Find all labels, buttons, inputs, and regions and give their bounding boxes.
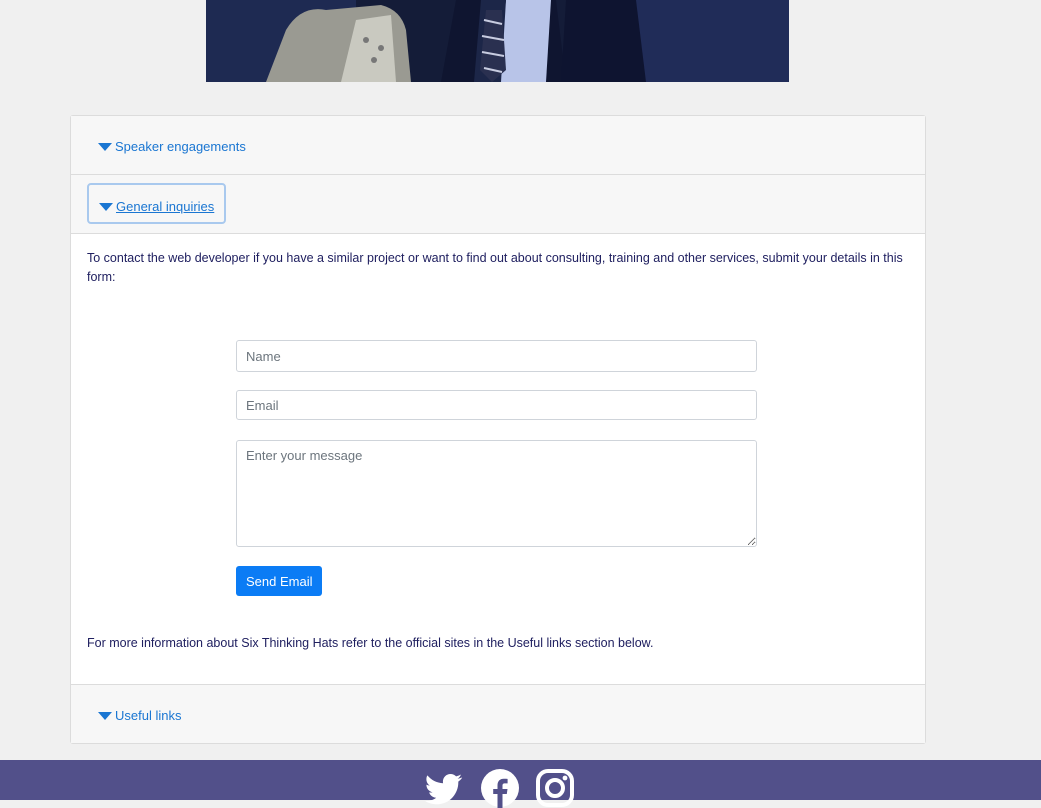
more-info-text: For more information about Six Thinking … (87, 636, 654, 650)
site-footer (0, 760, 1041, 808)
hero-image (206, 0, 789, 82)
caret-down-icon (99, 203, 113, 211)
instagram-icon[interactable] (535, 768, 575, 808)
name-input[interactable] (236, 340, 757, 372)
speaker-engagements-label: Speaker engagements (115, 139, 246, 154)
useful-links-toggle[interactable]: Useful links (98, 708, 181, 723)
speaker-photo (206, 0, 789, 82)
caret-down-icon (98, 143, 112, 151)
twitter-icon[interactable] (424, 768, 464, 808)
info-accordion: Speaker engagements General inquiries To… (70, 115, 926, 744)
email-input[interactable] (236, 390, 757, 420)
caret-down-icon (98, 712, 112, 720)
facebook-icon[interactable] (480, 768, 520, 808)
general-inquiries-header: General inquiries (71, 175, 925, 234)
send-email-button[interactable]: Send Email (236, 566, 323, 596)
general-inquiries-panel: To contact the web developer if you have… (71, 234, 925, 684)
speaker-engagements-header: Speaker engagements (71, 116, 925, 175)
contact-intro-text: To contact the web developer if you have… (87, 251, 903, 284)
speaker-engagements-toggle[interactable]: Speaker engagements (98, 139, 246, 154)
useful-links-header: Useful links (71, 684, 925, 743)
message-textarea[interactable] (236, 440, 757, 547)
general-inquiries-toggle[interactable]: General inquiries (87, 183, 227, 224)
general-inquiries-label: General inquiries (116, 199, 215, 214)
useful-links-label: Useful links (115, 708, 182, 723)
